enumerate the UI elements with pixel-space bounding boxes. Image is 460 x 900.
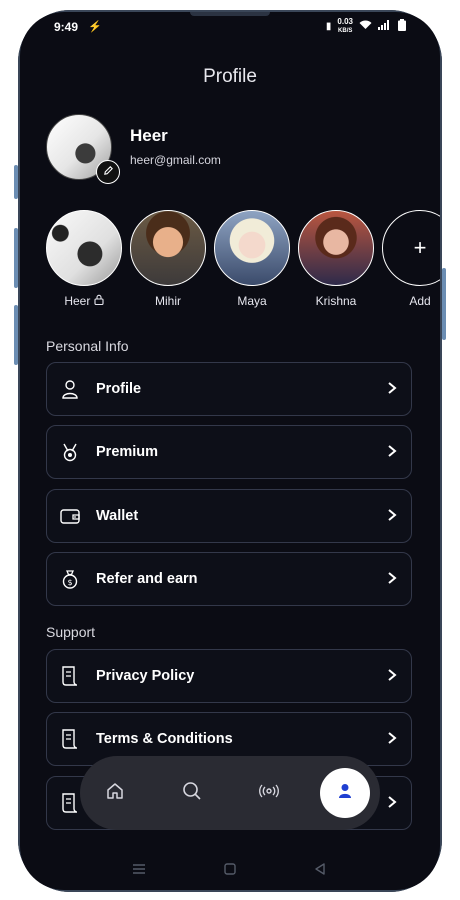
menu-item-profile[interactable]: Profile [46,362,412,416]
member-name: Krishna [315,294,357,308]
volume-up-button [14,165,18,199]
member-avatar [214,210,290,286]
menu-item-label: Terms & Conditions [96,731,233,747]
search-icon [182,781,202,806]
profile-icon [338,783,352,804]
nav-live-button[interactable] [256,780,282,806]
nav-search-button[interactable] [179,780,205,806]
chevron-right-icon [387,668,397,687]
chevron-right-icon [387,795,397,814]
network-speed-unit: KB/S [338,28,353,34]
page-title: Profile [203,66,257,87]
notch [190,12,270,16]
section-personal-info: Personal Info [46,338,129,354]
bottom-nav [80,756,380,830]
system-nav-bar [20,860,440,882]
status-icons: ▮ 0.03 KB/S [326,18,406,35]
nav-profile-button[interactable] [320,768,370,818]
broadcast-icon [259,784,279,803]
home-square-icon[interactable] [224,862,236,880]
vibrate-icon: ▮ [325,21,332,32]
member-krishna[interactable]: Krishna [298,210,374,308]
chevron-right-icon [387,444,397,463]
battery-icon [398,19,406,34]
wifi-icon [359,20,372,33]
document-icon [59,665,81,687]
status-bar: 9:49 ⚡ ▮ 0.03 KB/S [20,18,440,36]
menu-item-label: Refer and earn [96,571,198,587]
document-icon [59,728,81,750]
menu-item-label: Profile [96,381,142,397]
svg-text:$: $ [67,578,72,587]
menu-item-label: Privacy Policy [96,668,195,684]
menu-item-privacy-policy[interactable]: Privacy Policy [46,649,412,703]
nav-home-button[interactable] [102,780,128,806]
pencil-icon [103,163,114,181]
lock-icon [94,294,104,308]
menu-item-refer-and-earn[interactable]: $ Refer and earn [46,552,412,606]
power-button [442,268,446,340]
member-mihir[interactable]: Mihir [130,210,206,308]
chevron-right-icon [387,381,397,400]
chevron-right-icon [387,731,397,750]
network-speed-value: 0.03 [337,17,353,26]
volume-down-button [14,228,18,288]
member-heer[interactable]: Heer [46,210,122,308]
network-speed: 0.03 KB/S [337,18,353,35]
medal-icon [59,441,81,463]
user-email: heer@gmail.com [130,153,221,167]
recent-apps-icon[interactable] [132,862,146,880]
member-name: Mihir [155,294,181,308]
app-screen: 9:49 ⚡ ▮ 0.03 KB/S Profile Heer heer@gma… [20,12,440,890]
plus-icon: + [382,210,440,286]
add-member-label: Add [409,294,431,308]
chevron-right-icon [387,571,397,590]
side-button-left [14,305,18,365]
user-icon [59,378,81,400]
back-icon[interactable] [314,862,326,880]
members-strip: Heer Mihir Maya Krishna + Add [46,210,440,310]
menu-item-label: Wallet [96,508,139,524]
member-maya[interactable]: Maya [214,210,290,308]
document-icon [59,792,81,814]
section-support: Support [46,624,96,640]
member-name: Heer [46,294,122,308]
wallet-icon [59,505,81,527]
menu-item-wallet[interactable]: Wallet [46,489,412,543]
status-time: 9:49 [54,20,79,34]
member-name: Maya [237,294,267,308]
menu-item-premium[interactable]: Premium [46,425,412,479]
home-icon [106,782,124,805]
menu-item-label: Premium [96,444,159,460]
signal-icon [378,20,392,33]
member-avatar [46,210,122,286]
user-name: Heer [130,126,168,145]
edit-avatar-button[interactable] [96,160,120,184]
money-bag-icon: $ [59,568,81,590]
member-avatar [130,210,206,286]
member-avatar [298,210,374,286]
chevron-right-icon [387,508,397,527]
notification-icon: ⚡ [88,21,102,33]
add-member-button[interactable]: + Add [382,210,440,308]
member-name-text: Heer [64,294,91,308]
